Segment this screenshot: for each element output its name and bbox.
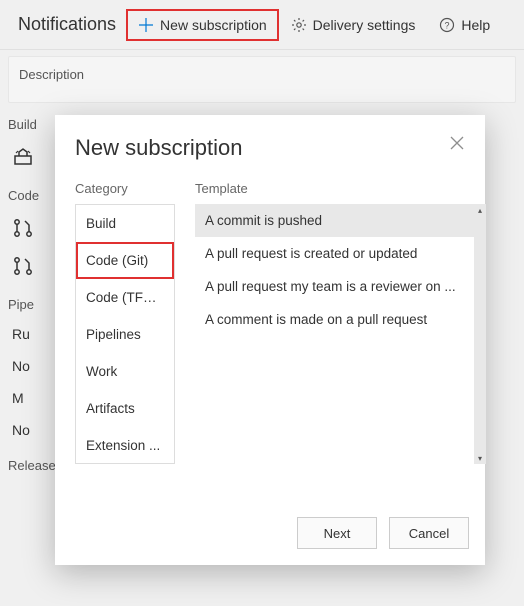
template-list: A commit is pushed A pull request is cre… xyxy=(195,204,485,464)
next-button[interactable]: Next xyxy=(297,517,377,549)
chevron-down-icon: ▾ xyxy=(474,452,486,464)
template-scrollbar[interactable]: ▴ ▾ xyxy=(474,204,486,464)
help-button[interactable]: ? Help xyxy=(427,9,502,41)
help-icon: ? xyxy=(439,17,455,33)
build-icon xyxy=(12,146,34,168)
close-button[interactable] xyxy=(449,135,465,151)
list-item-text: M xyxy=(12,390,24,406)
template-pr-comment[interactable]: A comment is made on a pull request xyxy=(195,303,485,336)
category-artifacts[interactable]: Artifacts xyxy=(76,390,174,427)
description-header: Description xyxy=(9,57,515,102)
template-pr-created[interactable]: A pull request is created or updated xyxy=(195,237,485,270)
plus-icon xyxy=(138,17,154,33)
dialog-title: New subscription xyxy=(75,135,243,161)
delivery-settings-button[interactable]: Delivery settings xyxy=(279,9,428,41)
template-commit-pushed[interactable]: A commit is pushed xyxy=(195,204,485,237)
category-code-tfvc[interactable]: Code (TFVC) xyxy=(76,279,174,316)
new-subscription-button[interactable]: New subscription xyxy=(126,9,279,41)
list-item-text: No xyxy=(12,422,30,438)
category-code-git[interactable]: Code (Git) xyxy=(76,242,174,279)
page-title: Notifications xyxy=(8,14,126,35)
category-list: Build Code (Git) Code (TFVC) Pipelines W… xyxy=(75,204,175,464)
svg-text:?: ? xyxy=(445,20,450,30)
category-pipelines[interactable]: Pipelines xyxy=(76,316,174,353)
help-label: Help xyxy=(461,17,490,33)
new-subscription-label: New subscription xyxy=(160,17,267,33)
close-icon xyxy=(449,135,465,151)
template-column-header: Template xyxy=(195,181,485,196)
category-build[interactable]: Build xyxy=(76,205,174,242)
list-item-text: Ru xyxy=(12,326,30,342)
category-column-header: Category xyxy=(75,181,175,196)
template-pr-reviewer[interactable]: A pull request my team is a reviewer on … xyxy=(195,270,485,303)
gear-icon xyxy=(291,17,307,33)
notifications-toolbar: Notifications New subscription Delivery … xyxy=(0,0,524,50)
chevron-up-icon: ▴ xyxy=(474,204,486,216)
pull-request-icon xyxy=(12,217,34,239)
new-subscription-dialog: New subscription Category Build Code (Gi… xyxy=(55,115,485,565)
list-item-text: No xyxy=(12,358,30,374)
delivery-settings-label: Delivery settings xyxy=(313,17,416,33)
cancel-button[interactable]: Cancel xyxy=(389,517,469,549)
category-work[interactable]: Work xyxy=(76,353,174,390)
category-extension[interactable]: Extension ... xyxy=(76,427,174,464)
pull-request-icon xyxy=(12,255,34,277)
